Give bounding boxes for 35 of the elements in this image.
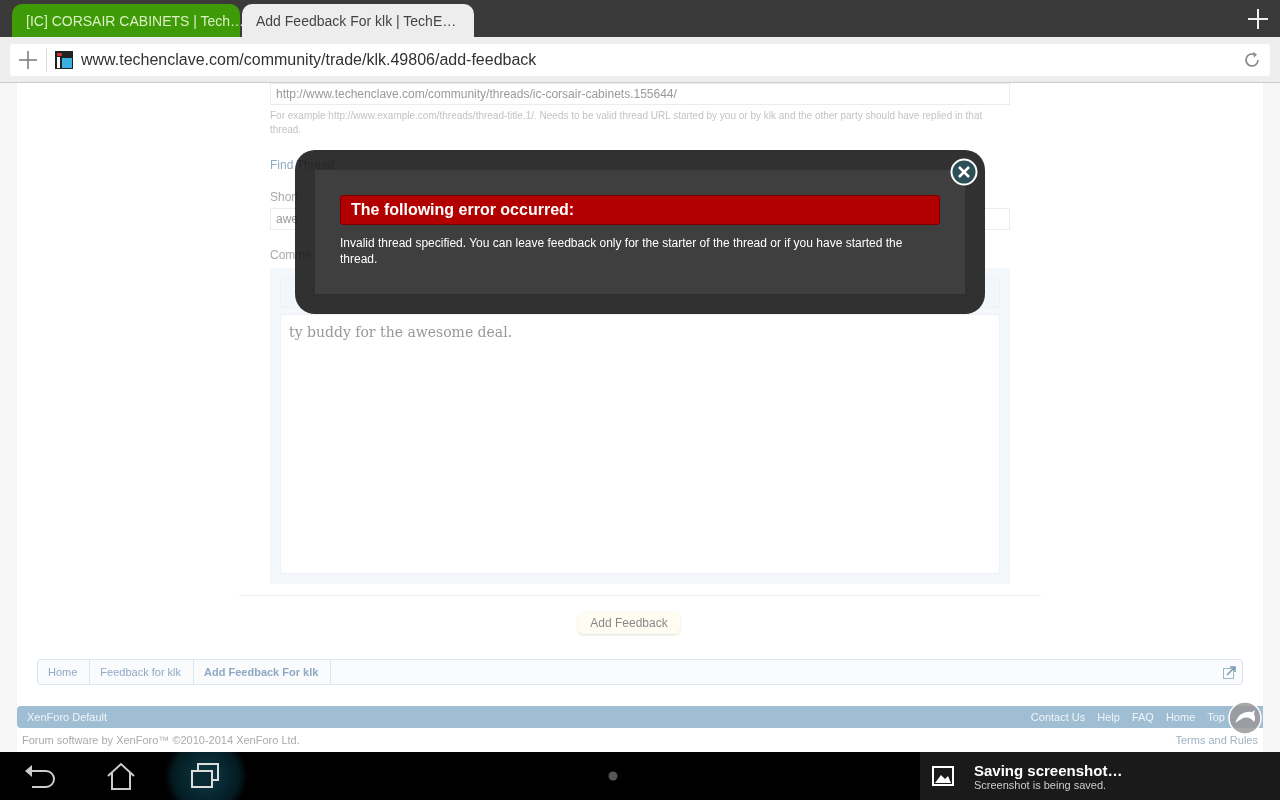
comment-field[interactable]: ty buddy for the awesome deal. [280, 314, 1000, 574]
external-link-icon[interactable] [1223, 665, 1236, 679]
footer-link[interactable]: FAQ [1131, 711, 1154, 723]
add-icon[interactable] [18, 49, 38, 70]
browser-tab[interactable]: [IC] CORSAIR CABINETS | Tech… [12, 4, 240, 37]
footer-link[interactable]: Top [1207, 711, 1225, 723]
address-bar[interactable]: www.techenclave.com/community/trade/klk.49806/add-feedback [10, 43, 1270, 76]
footer-link[interactable]: Help [1097, 711, 1120, 723]
style-chooser-link[interactable]: XenForo Default [27, 711, 108, 723]
copyright-text: Forum software by XenForo™ ©2010-2014 XenForo Ltd. [22, 734, 300, 746]
scroll-to-top-icon[interactable] [1228, 701, 1262, 735]
recent-apps-icon[interactable] [190, 762, 222, 790]
close-icon[interactable] [950, 158, 978, 186]
add-feedback-button[interactable]: Add Feedback [578, 612, 680, 634]
home-icon[interactable] [106, 762, 136, 790]
error-message: Invalid thread specified. You can leave feedback only for the starter of the thread or if you have started the thread. [340, 235, 904, 267]
notification-panel[interactable]: Saving screenshot… Screenshot is being saved. [920, 752, 1280, 800]
back-icon[interactable] [24, 763, 56, 789]
footer-link[interactable]: Home [1165, 711, 1196, 723]
notification-title: Saving screenshot… [974, 761, 1123, 779]
breadcrumb-link[interactable]: Feedback for klk [90, 660, 195, 684]
site-logo-icon [55, 50, 73, 69]
notification-text: Screenshot is being saved. [974, 778, 1108, 791]
breadcrumb-link[interactable]: Add Feedback For klk [194, 660, 332, 684]
footer-link[interactable]: Contact Us [1030, 711, 1086, 723]
url-text: www.techenclave.com/community/trade/klk.49806/add-feedback [81, 50, 538, 69]
reload-icon[interactable] [1242, 49, 1262, 70]
new-tab-icon[interactable] [1248, 8, 1268, 29]
thread-url-field[interactable]: http://www.techenclave.com/community/threads/ic-corsair-cabinets.155644/ [270, 83, 1010, 105]
terms-link[interactable]: Terms and Rules [1175, 734, 1258, 746]
browser-tab[interactable]: Add Feedback For klk | TechE… [242, 4, 474, 37]
dot-icon [608, 771, 618, 781]
picture-icon [932, 766, 954, 786]
error-title: The following error occurred: [340, 195, 940, 225]
breadcrumb-link[interactable]: Home [38, 660, 91, 684]
